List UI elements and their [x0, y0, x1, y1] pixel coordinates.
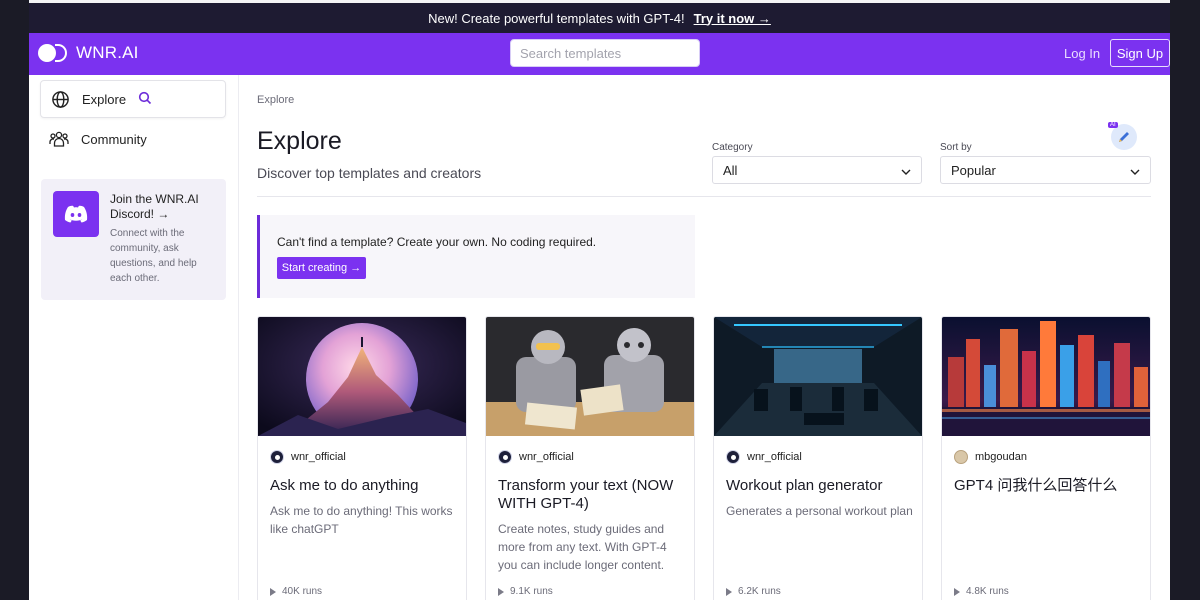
page-title: Explore — [257, 127, 342, 155]
card-image-gym — [714, 317, 922, 436]
ai-assistant-button[interactable]: AI — [1108, 122, 1137, 150]
runs-count: 6.2K runs — [738, 586, 781, 597]
play-icon — [498, 587, 504, 596]
avatar — [270, 450, 284, 464]
brand-logo[interactable]: WNR.AI — [38, 43, 139, 63]
main-content: Explore Explore Discover top templates a… — [257, 75, 1157, 600]
template-card[interactable]: wnr_official Ask me to do anything Ask m… — [257, 316, 467, 600]
search-input[interactable] — [510, 39, 700, 67]
author-name: wnr_official — [519, 451, 574, 463]
author-name: wnr_official — [747, 451, 802, 463]
try-it-now-link[interactable]: Try it now → — [694, 11, 771, 26]
sort-select[interactable]: Popular — [940, 156, 1151, 184]
category-value: All — [723, 162, 738, 178]
card-title: Workout plan generator — [726, 477, 883, 494]
play-icon — [270, 587, 276, 596]
runs-count: 40K runs — [282, 586, 323, 597]
avatar — [498, 450, 512, 464]
play-icon — [954, 587, 960, 596]
announcement-text: New! Create powerful templates with GPT-… — [428, 10, 685, 26]
globe-icon — [50, 89, 70, 109]
template-card[interactable]: wnr_official Workout plan generator Gene… — [713, 316, 923, 600]
sidebar-item-community[interactable]: Community — [40, 120, 226, 158]
sidebar-item-explore[interactable]: Explore — [40, 80, 226, 118]
top-nav: WNR.AI Log In Sign Up — [29, 33, 1170, 75]
sidebar-item-label: Community — [81, 131, 147, 147]
category-label: Category — [712, 142, 753, 153]
people-icon — [49, 129, 69, 149]
discord-description: Connect with the community, ask question… — [110, 228, 197, 284]
card-author[interactable]: wnr_official — [726, 450, 802, 464]
chevron-down-icon — [1130, 163, 1140, 178]
signup-button[interactable]: Sign Up — [1110, 39, 1170, 67]
create-template-banner: Can't find a template? Create your own. … — [257, 215, 695, 298]
template-card[interactable]: mbgoudan GPT4 问我什么回答什么 4.8K runs — [941, 316, 1151, 600]
card-author[interactable]: mbgoudan — [954, 450, 1027, 464]
login-link[interactable]: Log In — [1064, 46, 1100, 61]
card-runs: 6.2K runs — [726, 586, 781, 597]
breadcrumb[interactable]: Explore — [257, 94, 294, 106]
avatar — [726, 450, 740, 464]
brand-name: WNR.AI — [76, 43, 139, 62]
card-image-robots — [486, 317, 694, 436]
browser-viewport: New! Create powerful templates with GPT-… — [29, 0, 1170, 600]
avatar — [954, 450, 968, 464]
start-creating-button[interactable]: Start creating → — [277, 257, 366, 279]
chevron-down-icon — [901, 163, 911, 178]
runs-count: 9.1K runs — [510, 586, 553, 597]
discord-icon — [53, 191, 99, 237]
runs-count: 4.8K runs — [966, 586, 1009, 597]
banner-text: Can't find a template? Create your own. … — [277, 235, 597, 249]
card-runs: 4.8K runs — [954, 586, 1009, 597]
logo-mark-icon — [38, 43, 68, 63]
card-author[interactable]: wnr_official — [270, 450, 346, 464]
category-select[interactable]: All — [712, 156, 922, 184]
card-title: Ask me to do anything — [270, 477, 419, 494]
divider — [257, 196, 1151, 197]
card-description: Ask me to do anything! This works like c… — [270, 504, 453, 536]
page-subtitle: Discover top templates and creators — [257, 165, 482, 181]
discord-card[interactable]: Join the WNR.AI Discord! → Connect with … — [41, 179, 226, 300]
card-runs: 9.1K runs — [498, 586, 553, 597]
card-description: Create notes, study guides and more from… — [498, 522, 667, 572]
sidebar-item-label: Explore — [82, 91, 127, 107]
author-name: wnr_official — [291, 451, 346, 463]
author-name: mbgoudan — [975, 451, 1027, 463]
template-card[interactable]: wnr_official Transform your text (NOW WI… — [485, 316, 695, 600]
card-title: GPT4 问我什么回答什么 — [954, 477, 1118, 494]
sidebar: Explore Community Join the WNR.AI Discor… — [29, 75, 239, 600]
sort-label: Sort by — [940, 142, 972, 153]
pencil-icon — [1119, 132, 1129, 142]
discord-title: Join the WNR.AI Discord! → — [110, 192, 199, 221]
card-title: Transform your text (NOW WITH GPT-4) — [498, 477, 674, 512]
play-icon — [726, 587, 732, 596]
card-author[interactable]: wnr_official — [498, 450, 574, 464]
ai-badge-icon: AI — [1108, 122, 1118, 128]
card-runs: 40K runs — [270, 586, 322, 597]
sort-value: Popular — [951, 162, 996, 178]
card-description: Generates a personal workout plan — [726, 504, 913, 518]
announcement-bar: New! Create powerful templates with GPT-… — [29, 0, 1170, 33]
search-icon — [138, 91, 152, 108]
card-image-mountain — [258, 317, 466, 436]
card-image-city — [942, 317, 1150, 436]
